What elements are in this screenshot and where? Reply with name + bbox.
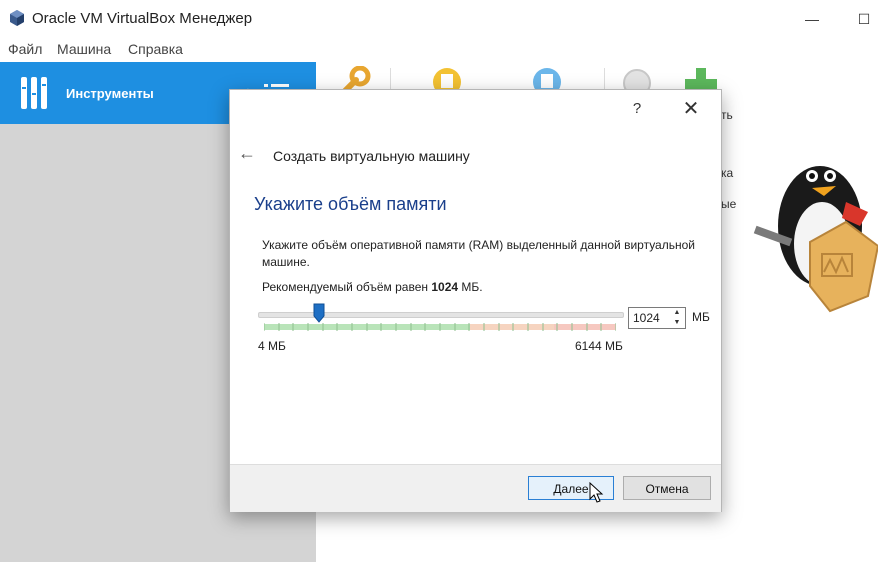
background-text: ть bbox=[721, 108, 733, 122]
recommended-memory-text: Рекомендуемый объём равен 1024 МБ. bbox=[262, 280, 483, 294]
sidebar-item-label: Инструменты bbox=[66, 86, 154, 101]
menu-help[interactable]: Справка bbox=[128, 41, 183, 57]
minimize-button[interactable]: — bbox=[798, 6, 826, 32]
cancel-button[interactable]: Отмена bbox=[623, 476, 711, 500]
page-heading: Укажите объём памяти bbox=[254, 194, 447, 214]
mouse-cursor-icon bbox=[589, 482, 604, 503]
menu-bar: Файл Машина Справка bbox=[0, 38, 878, 62]
memory-spinbox[interactable]: ▲ ▼ bbox=[628, 307, 686, 329]
spin-up-icon[interactable]: ▲ bbox=[670, 308, 684, 318]
window-title: Oracle VM VirtualBox Менеджер bbox=[32, 10, 253, 27]
create-vm-dialog: ? ✕ ← Создать виртуальную машину Укажите… bbox=[229, 89, 722, 512]
memory-description: Укажите объём оперативной памяти (RAM) в… bbox=[262, 238, 695, 269]
menu-machine[interactable]: Машина bbox=[57, 41, 111, 57]
title-bar: Oracle VM VirtualBox Менеджер — ☐ bbox=[0, 0, 878, 38]
background-text: ка bbox=[721, 166, 734, 180]
memory-input[interactable] bbox=[629, 308, 669, 328]
penguin-mascot-icon bbox=[753, 166, 878, 313]
close-button[interactable]: ✕ bbox=[680, 98, 702, 120]
tools-icon bbox=[21, 77, 47, 109]
memory-unit-label: МБ bbox=[692, 310, 710, 324]
dialog-title: Создать виртуальную машину bbox=[273, 148, 470, 164]
background-text: ые bbox=[721, 197, 737, 211]
recommended-prefix: Рекомендуемый объём равен bbox=[262, 280, 432, 294]
memory-min-label: 4 МБ bbox=[258, 339, 286, 353]
dialog-footer: Далее Отмена bbox=[230, 464, 721, 512]
back-arrow-icon[interactable]: ← bbox=[238, 144, 260, 162]
memory-slider-handle[interactable] bbox=[313, 303, 325, 323]
recommended-value: 1024 bbox=[431, 280, 459, 294]
memory-max-label: 6144 МБ bbox=[575, 339, 623, 353]
maximize-button[interactable]: ☐ bbox=[850, 6, 878, 32]
spin-down-icon[interactable]: ▼ bbox=[670, 318, 684, 328]
slider-ticks bbox=[264, 323, 616, 331]
help-button[interactable]: ? bbox=[630, 100, 644, 117]
virtualbox-logo-icon bbox=[10, 10, 24, 26]
recommended-suffix: МБ. bbox=[458, 280, 483, 294]
menu-file[interactable]: Файл bbox=[8, 41, 42, 57]
